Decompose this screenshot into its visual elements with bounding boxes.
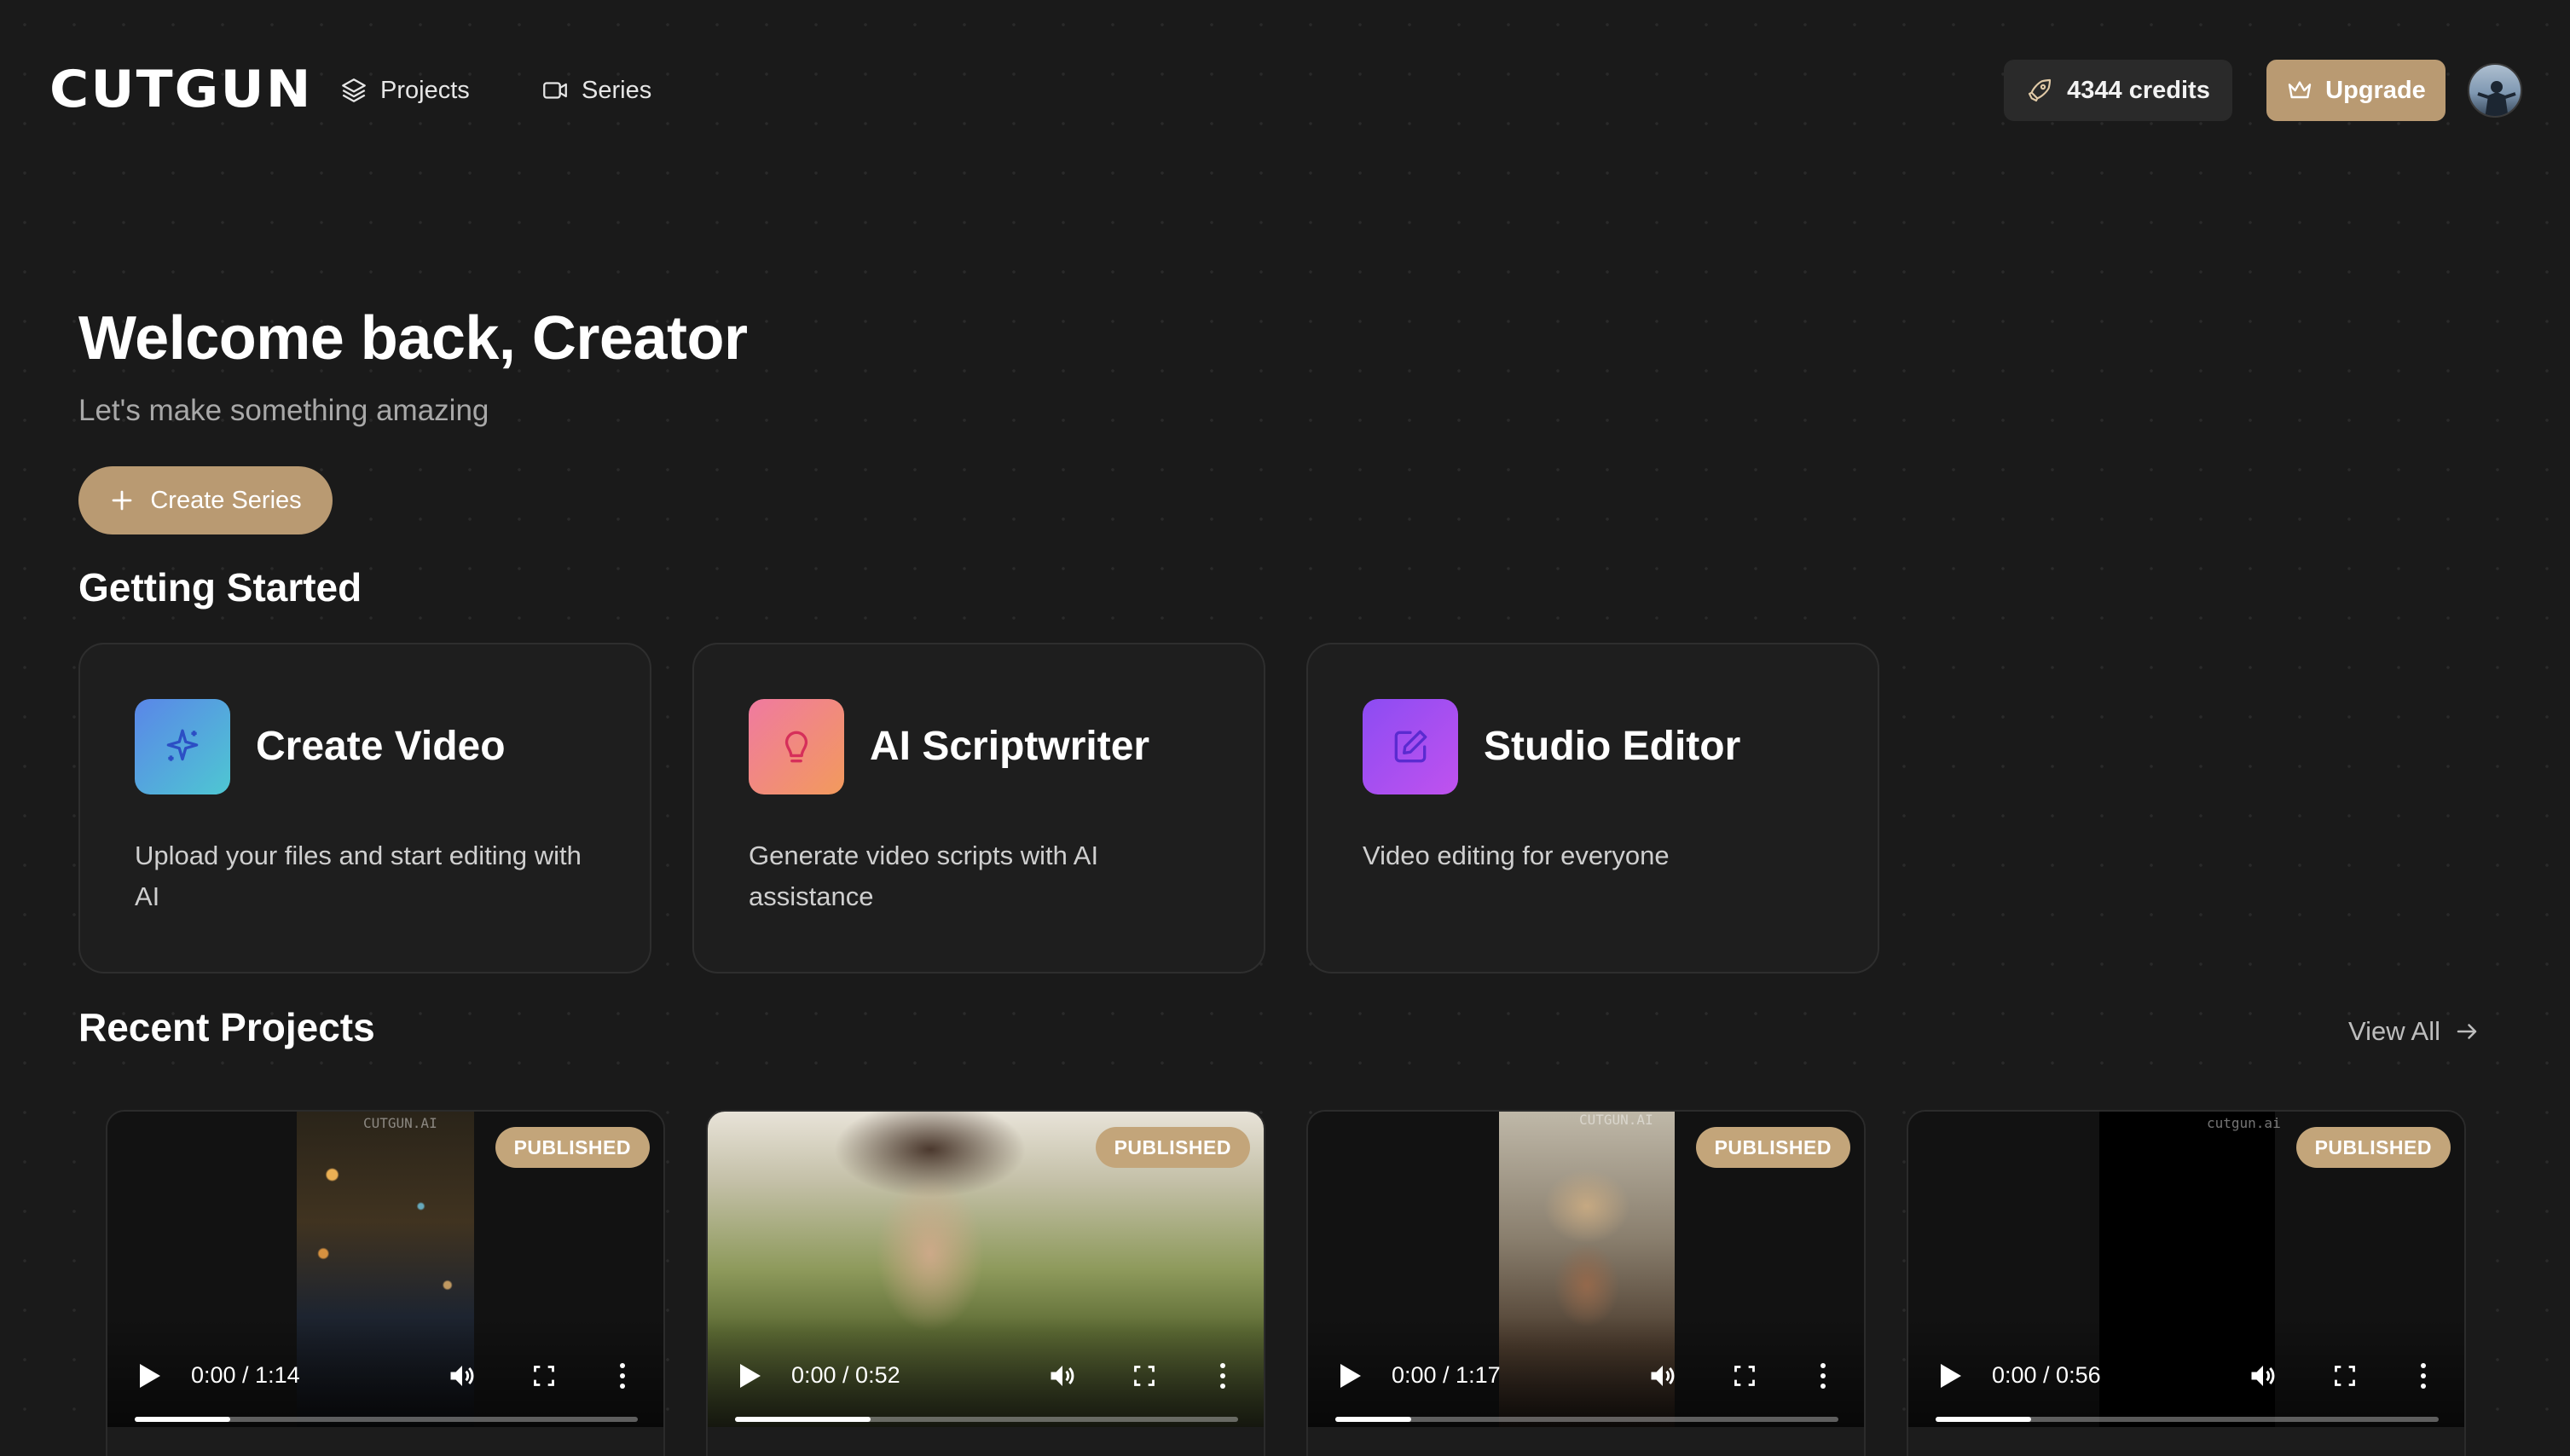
- video-progress-bar[interactable]: [1936, 1417, 2439, 1422]
- view-all-link[interactable]: View All: [2348, 1013, 2480, 1050]
- video-progress-bar[interactable]: [135, 1417, 638, 1422]
- page-title: Welcome back, Creator: [78, 304, 748, 373]
- watermark: cutgun.ai: [2207, 1115, 2281, 1131]
- user-photo-icon: [2477, 81, 2516, 116]
- more-options-icon[interactable]: [1820, 1361, 1826, 1391]
- card-title: Create Video: [256, 724, 506, 769]
- card-description: Upload your files and start editing with…: [135, 841, 582, 911]
- video-player[interactable]: CUTGUN.AI PUBLISHED 0:00 / 1:14: [107, 1112, 663, 1427]
- video-time: 0:00 / 1:14: [191, 1362, 300, 1388]
- fullscreen-icon[interactable]: [1733, 1364, 1757, 1388]
- card-title: Studio Editor: [1484, 724, 1741, 769]
- create-video-icon-tile: [135, 699, 230, 794]
- studio-editor-icon-tile: [1363, 699, 1458, 794]
- crown-icon: [2288, 81, 2312, 99]
- cutgun-logo[interactable]: CUTGUN: [49, 61, 313, 118]
- studio-editor-card[interactable]: Studio Editor Video editing for everyone: [1306, 643, 1879, 974]
- status-badge: PUBLISHED: [1095, 1127, 1250, 1168]
- more-options-icon[interactable]: [2420, 1361, 2427, 1391]
- page-subtitle: Let's make something amazing: [78, 394, 489, 427]
- nav-projects[interactable]: Projects: [339, 70, 470, 111]
- rocket-icon: [2029, 78, 2052, 102]
- sparkle-icon: [166, 729, 199, 761]
- arrow-right-icon: [2457, 1024, 2477, 1039]
- create-series-label: Create Series: [150, 486, 302, 514]
- play-icon[interactable]: [1939, 1362, 1963, 1390]
- video-player[interactable]: CUTGUN.AI PUBLISHED 0:00 / 1:17: [1308, 1112, 1864, 1427]
- volume-icon[interactable]: [1047, 1361, 1078, 1391]
- video-controls: 0:00 / 0:56: [1908, 1316, 2464, 1427]
- status-badge: PUBLISHED: [1695, 1127, 1850, 1168]
- avatar[interactable]: [2468, 63, 2522, 118]
- video-player[interactable]: PUBLISHED 0:00 / 0:52: [708, 1112, 1264, 1427]
- video-progress-fill: [735, 1417, 871, 1422]
- video-progress-bar[interactable]: [735, 1417, 1238, 1422]
- layers-icon: [342, 78, 366, 102]
- card-description: Generate video scripts with AI assistanc…: [749, 841, 1099, 911]
- getting-started-heading: Getting Started: [78, 565, 362, 610]
- top-nav-bar: CUTGUN Projects Series 4344 credits Upgr…: [0, 0, 2570, 181]
- upgrade-button[interactable]: Upgrade: [2266, 60, 2446, 121]
- watermark: CUTGUN.AI: [1579, 1112, 1653, 1128]
- play-icon[interactable]: [138, 1362, 162, 1390]
- video-progress-fill: [1936, 1417, 2032, 1422]
- card-description: Video editing for everyone: [1363, 841, 1670, 870]
- create-series-button[interactable]: Create Series: [78, 466, 333, 534]
- project-card[interactable]: cutgun.ai PUBLISHED 0:00 / 0:56: [1907, 1110, 2466, 1456]
- fullscreen-icon[interactable]: [1132, 1364, 1156, 1388]
- volume-icon[interactable]: [1647, 1361, 1678, 1391]
- video-controls: 0:00 / 0:52: [708, 1316, 1264, 1427]
- play-icon[interactable]: [1339, 1362, 1363, 1390]
- card-title: AI Scriptwriter: [870, 724, 1150, 769]
- volume-icon[interactable]: [447, 1361, 478, 1391]
- lightbulb-icon: [784, 731, 808, 763]
- nav-projects-label: Projects: [380, 76, 470, 104]
- video-controls: 0:00 / 1:14: [107, 1316, 663, 1427]
- video-progress-fill: [1335, 1417, 1411, 1422]
- watermark: CUTGUN.AI: [363, 1115, 437, 1131]
- upgrade-label: Upgrade: [2325, 76, 2426, 104]
- volume-icon[interactable]: [2248, 1361, 2278, 1391]
- project-card[interactable]: CUTGUN.AI PUBLISHED 0:00 / 1:14: [106, 1110, 665, 1456]
- credits-label: 4344 credits: [2067, 76, 2210, 104]
- nav-series-label: Series: [582, 76, 652, 104]
- video-progress-bar[interactable]: [1335, 1417, 1838, 1422]
- video-time: 0:00 / 1:17: [1392, 1362, 1501, 1388]
- project-card[interactable]: CUTGUN.AI PUBLISHED 0:00 / 1:17: [1306, 1110, 1866, 1456]
- create-video-card[interactable]: Create Video Upload your files and start…: [78, 643, 651, 974]
- status-badge: PUBLISHED: [495, 1127, 650, 1168]
- video-player[interactable]: cutgun.ai PUBLISHED 0:00 / 0:56: [1908, 1112, 2464, 1427]
- recent-projects-heading: Recent Projects: [78, 1005, 375, 1049]
- video-time: 0:00 / 0:56: [1992, 1362, 2101, 1388]
- fullscreen-icon[interactable]: [532, 1364, 556, 1388]
- more-options-icon[interactable]: [619, 1361, 626, 1391]
- ai-scriptwriter-card[interactable]: AI Scriptwriter Generate video scripts w…: [692, 643, 1265, 974]
- more-options-icon[interactable]: [1219, 1361, 1226, 1391]
- nav-series[interactable]: Series: [541, 70, 651, 111]
- edit-icon: [1394, 730, 1427, 763]
- video-controls: 0:00 / 1:17: [1308, 1316, 1864, 1427]
- fullscreen-icon[interactable]: [2333, 1364, 2357, 1388]
- view-all-label: View All: [2348, 1016, 2440, 1046]
- ai-scriptwriter-icon-tile: [749, 699, 844, 794]
- video-camera-icon: [543, 82, 567, 99]
- credits-button[interactable]: 4344 credits: [2004, 60, 2232, 121]
- status-badge: PUBLISHED: [2295, 1127, 2451, 1168]
- project-card[interactable]: PUBLISHED 0:00 / 0:52: [706, 1110, 1265, 1456]
- plus-icon: [112, 490, 132, 511]
- video-progress-fill: [135, 1417, 231, 1422]
- video-time: 0:00 / 0:52: [791, 1362, 900, 1388]
- play-icon[interactable]: [738, 1362, 762, 1390]
